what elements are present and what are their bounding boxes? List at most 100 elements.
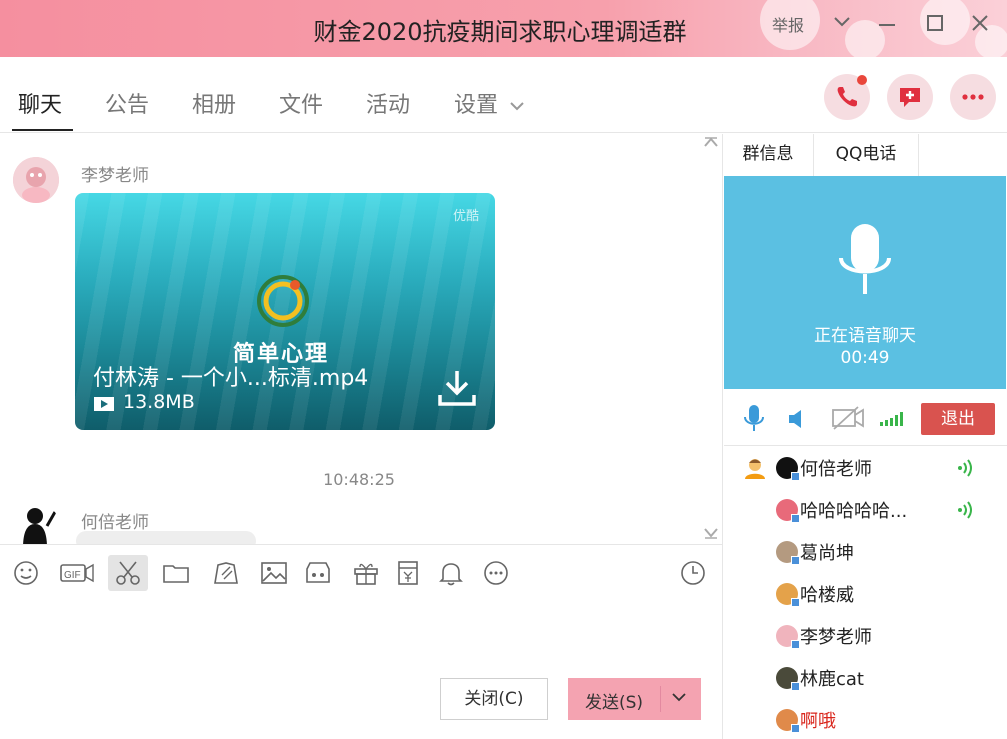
status-badge [791, 724, 800, 733]
minimize-icon [879, 24, 895, 26]
tab-group-info[interactable]: 群信息 [723, 134, 814, 176]
image-button[interactable] [254, 555, 294, 591]
chevron-down-icon [510, 102, 524, 111]
mic-toggle[interactable] [743, 404, 765, 436]
tab-settings-label: 设置 [454, 93, 499, 118]
scroll-down-button[interactable] [704, 527, 718, 543]
member-list-divider [724, 445, 1007, 446]
download-icon[interactable] [437, 369, 477, 409]
chevron-down-icon[interactable] [670, 690, 688, 704]
history-button[interactable] [673, 555, 713, 591]
clock-icon [681, 561, 705, 585]
avatar [776, 583, 800, 607]
image-icon [261, 562, 287, 584]
member-name: 李梦老师 [800, 627, 872, 648]
speaker-toggle[interactable] [787, 408, 809, 434]
red-packet-icon [398, 561, 418, 585]
video-file-card[interactable]: 优酷 简单心理 付林涛 - 一个小...标清.mp4 13.8MB [75, 193, 495, 430]
right-panel-tabs: 群信息 QQ电话 [723, 134, 1007, 176]
tab-files[interactable]: 文件 [279, 87, 323, 119]
call-button[interactable] [824, 74, 870, 120]
active-tab-indicator [12, 129, 73, 131]
file-button[interactable] [156, 555, 196, 591]
title-bar: 财金2020抗疫期间求职心理调适群 举报 [0, 0, 1007, 57]
message-input[interactable] [0, 600, 722, 670]
exit-call-button[interactable]: 退出 [921, 403, 995, 435]
notification-dot [857, 75, 867, 85]
tab-settings[interactable]: 设置 [454, 87, 525, 119]
tab-qq-call[interactable]: QQ电话 [814, 134, 919, 176]
member-name: 何倍老师 [800, 459, 872, 480]
microphone-icon [839, 224, 891, 294]
maximize-button[interactable] [925, 14, 945, 38]
scissors-icon [116, 561, 140, 585]
maximize-icon [927, 15, 943, 31]
gift-button[interactable] [346, 555, 386, 591]
avatar [776, 457, 800, 481]
tab-activity[interactable]: 活动 [366, 87, 410, 119]
panel-divider [722, 134, 723, 739]
member-name: 哈哈哈哈哈... [800, 501, 908, 522]
chat-history[interactable]: 李梦老师 优酷 简单心理 付林涛 - 一个小...标清.mp4 13.8MB 1… [0, 134, 722, 544]
report-link[interactable]: 举报 [772, 12, 804, 36]
more-button[interactable] [950, 74, 996, 120]
avatar[interactable] [13, 502, 59, 544]
doodle-icon [214, 562, 238, 584]
doodle-button[interactable] [206, 555, 246, 591]
input-toolbar: GIF [0, 544, 722, 600]
call-duration: 00:49 [840, 348, 890, 368]
status-badge [791, 640, 800, 649]
screenshot-button[interactable] [108, 555, 148, 591]
more-icon [962, 94, 984, 100]
video-size: 13.8MB [123, 391, 195, 413]
status-badge [791, 598, 800, 607]
scroll-up-button[interactable] [704, 136, 718, 152]
chevron-down-icon [704, 528, 718, 539]
status-badge [791, 472, 800, 481]
more-tools-button[interactable] [476, 555, 516, 591]
avatar-image [13, 157, 59, 203]
tab-album[interactable]: 相册 [192, 87, 236, 119]
status-badge [791, 682, 800, 691]
send-button[interactable]: 发送(S) [568, 678, 701, 720]
signal-indicator [879, 411, 907, 431]
microphone-icon [744, 405, 764, 431]
sender-name: 李梦老师 [81, 166, 149, 186]
camera-toggle[interactable] [831, 405, 865, 435]
bell-icon [439, 563, 463, 586]
close-button[interactable]: 关闭(C) [440, 678, 548, 720]
gallery-button[interactable] [298, 555, 338, 591]
host-icon [745, 459, 765, 479]
emoji-button[interactable] [6, 555, 46, 591]
phone-call-icon [837, 87, 857, 107]
member-name: 哈楼威 [800, 585, 854, 606]
voice-status: 正在语音聊天 [814, 326, 916, 346]
message-bubble[interactable] [76, 531, 256, 544]
svg-text:GIF: GIF [64, 570, 81, 581]
red-packet-button[interactable] [388, 555, 428, 591]
send-label: 发送(S) [584, 693, 644, 713]
collapse-button[interactable] [832, 14, 852, 34]
minimize-button[interactable] [877, 14, 897, 34]
group-tabs: 聊天 公告 相册 文件 活动 设置 [0, 57, 1007, 133]
member-name: 葛尚坤 [800, 543, 854, 564]
folder-icon [163, 565, 189, 583]
close-window-button[interactable] [970, 14, 990, 38]
more-icon [484, 561, 508, 585]
message-button[interactable] [887, 74, 933, 120]
member-name: 林鹿cat [800, 669, 864, 690]
message-plus-icon [900, 88, 920, 107]
status-badge [791, 556, 800, 565]
tab-announcement[interactable]: 公告 [105, 87, 149, 119]
sender-name: 何倍老师 [81, 513, 149, 533]
reminder-button[interactable] [431, 555, 471, 591]
avatar[interactable] [13, 157, 59, 203]
tab-chat[interactable]: 聊天 [18, 87, 62, 119]
speaker-icon [789, 410, 801, 428]
gif-button[interactable]: GIF [56, 555, 98, 591]
chevron-up-icon [704, 137, 718, 147]
brand-logo-icon [257, 275, 309, 327]
status-badge [791, 514, 800, 523]
avatar [776, 667, 800, 691]
voice-call-panel: 正在语音聊天 00:49 [724, 176, 1006, 389]
